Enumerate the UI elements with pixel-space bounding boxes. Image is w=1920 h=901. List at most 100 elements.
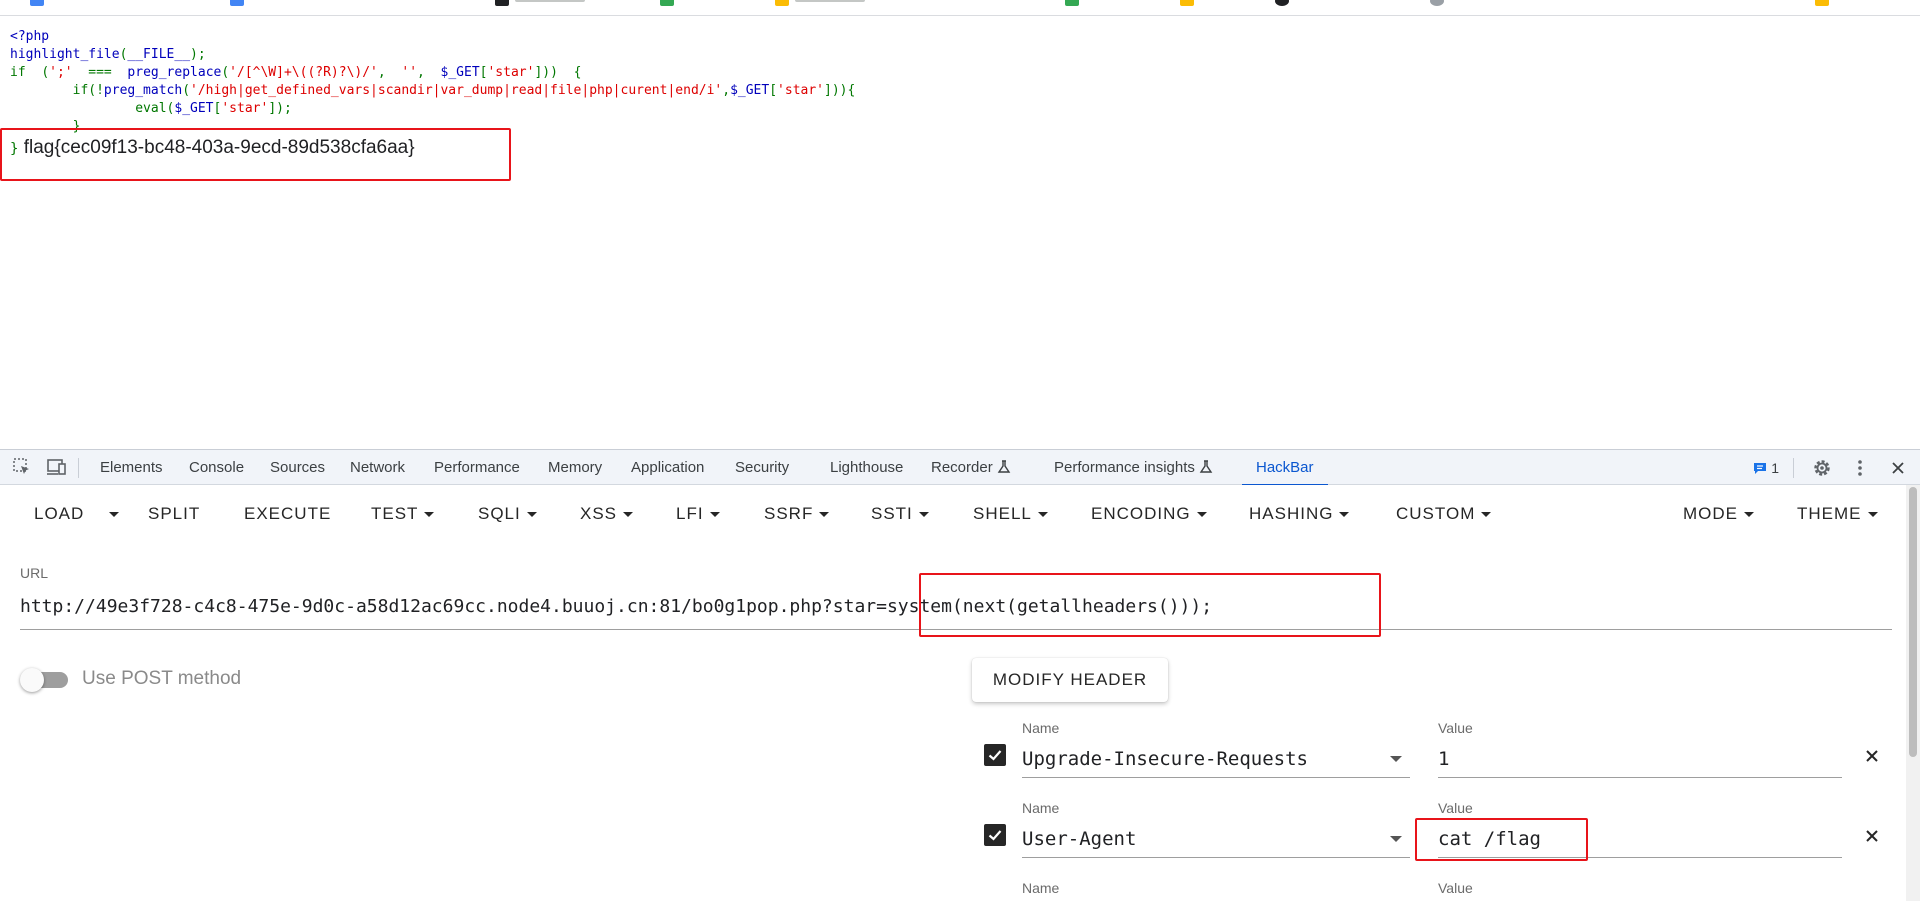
header-name-label: Name	[1022, 720, 1060, 736]
header-value-input[interactable]: 1	[1438, 742, 1842, 778]
issues-badge[interactable]: 1	[1753, 460, 1779, 476]
more-options-icon[interactable]	[1846, 454, 1874, 482]
header-name-text: Upgrade-Insecure-Requests	[1022, 748, 1308, 770]
ssti-menu-label: SSTI	[871, 504, 913, 523]
code-token: if(!	[10, 83, 104, 98]
code-token: (	[182, 83, 191, 98]
load-dropdown-button[interactable]	[104, 485, 124, 543]
xss-menu[interactable]: XSS	[580, 485, 634, 543]
dropdown-arrow-icon[interactable]	[1390, 836, 1402, 842]
ssrf-menu-label: SSRF	[764, 504, 814, 523]
tab-favicon-icon[interactable]	[1180, 0, 1194, 6]
header-name-text: User-Agent	[1022, 828, 1137, 850]
toolbar-divider	[78, 458, 79, 478]
header-name-input[interactable]: User-Agent	[1022, 822, 1410, 858]
tab-favicon-icon[interactable]	[230, 0, 244, 6]
test-menu[interactable]: TEST	[371, 485, 435, 543]
header-enabled-checkbox[interactable]	[984, 744, 1006, 766]
tab-hackbar[interactable]: HackBar	[1242, 450, 1327, 486]
tab-lighthouse[interactable]: Lighthouse	[830, 450, 903, 486]
header-row: Name Value Upgrade-Insecure-Requests 1	[984, 720, 1886, 800]
ssti-menu[interactable]: SSTI	[871, 485, 929, 543]
code-token: 'star'	[777, 83, 825, 98]
code-token: ,	[417, 65, 441, 80]
code-token: ,	[722, 83, 731, 98]
issues-count: 1	[1771, 460, 1779, 476]
tab-favicon-icon[interactable]	[30, 0, 44, 6]
post-method-toggle[interactable]	[20, 667, 68, 692]
header-enabled-checkbox[interactable]	[984, 824, 1006, 846]
close-devtools-icon[interactable]	[1884, 454, 1912, 482]
remove-header-icon[interactable]	[1860, 824, 1884, 848]
tab-application[interactable]: Application	[631, 450, 704, 486]
custom-menu-label: CUSTOM	[1396, 504, 1476, 523]
lfi-menu[interactable]: LFI	[676, 485, 720, 543]
code-token: $_GET	[174, 101, 214, 116]
settings-gear-icon[interactable]	[1808, 454, 1836, 482]
tab-favicon-icon[interactable]	[660, 0, 674, 6]
code-token: if	[10, 65, 42, 80]
tab-memory[interactable]: Memory	[548, 450, 602, 486]
caret-down-icon	[1037, 512, 1048, 518]
header-value-label: Value	[1438, 720, 1473, 736]
header-value-input[interactable]: cat /flag	[1438, 822, 1842, 858]
caret-down-icon	[1744, 512, 1754, 518]
modify-header-button[interactable]: MODIFY HEADER	[972, 658, 1168, 702]
tab-security[interactable]: Security	[735, 450, 789, 486]
shell-menu[interactable]: SHELL	[973, 485, 1048, 543]
dropdown-arrow-icon[interactable]	[1390, 756, 1402, 762]
tab-sources[interactable]: Sources	[270, 450, 325, 486]
remove-header-icon[interactable]	[1860, 744, 1884, 768]
tab-title[interactable]	[515, 0, 585, 2]
mode-menu-label: MODE	[1683, 504, 1738, 523]
device-toolbar-icon[interactable]	[42, 453, 70, 481]
hackbar-scrollbar[interactable]	[1906, 485, 1920, 901]
tab-elements[interactable]: Elements	[100, 450, 163, 486]
tab-performance[interactable]: Performance	[434, 450, 520, 486]
message-icon	[1754, 463, 1767, 474]
code-token: ])) {	[534, 65, 582, 80]
code-token: (	[41, 65, 50, 80]
tab-favicon-icon[interactable]	[1815, 0, 1829, 6]
code-token: $_GET	[730, 83, 770, 98]
tab-console[interactable]: Console	[189, 450, 244, 486]
encoding-menu[interactable]: ENCODING	[1091, 485, 1207, 543]
code-token: (	[221, 65, 230, 80]
lfi-menu-label: LFI	[676, 504, 704, 523]
code-token: 'star'	[487, 65, 535, 80]
header-name-label: Name	[1022, 800, 1060, 816]
url-label: URL	[20, 565, 49, 581]
caret-down-icon	[819, 512, 830, 518]
tab-favicon-icon[interactable]	[1275, 0, 1289, 6]
tab-recorder[interactable]: Recorder	[931, 450, 1011, 486]
code-token: ''	[401, 65, 418, 80]
tab-favicon-icon[interactable]	[1430, 0, 1444, 6]
tab-performance-insights[interactable]: Performance insights	[1054, 450, 1213, 486]
mode-menu[interactable]: MODE	[1683, 485, 1754, 543]
eval-output: } flag{cec09f13-bc48-403a-9ecd-89d538cfa…	[10, 136, 415, 161]
split-button[interactable]: SPLIT	[148, 485, 200, 543]
hashing-menu[interactable]: HASHING	[1249, 485, 1350, 543]
custom-menu[interactable]: CUSTOM	[1396, 485, 1492, 543]
execute-button[interactable]: EXECUTE	[244, 485, 331, 543]
code-line: if (';' === preg_replace('/[^\W]+\((?R)?…	[10, 64, 855, 82]
inspect-element-icon[interactable]	[8, 453, 36, 481]
tab-network[interactable]: Network	[350, 450, 405, 486]
check-icon	[988, 750, 1002, 761]
theme-menu[interactable]: THEME	[1797, 485, 1878, 543]
header-name-input[interactable]: Upgrade-Insecure-Requests	[1022, 742, 1410, 778]
tab-favicon-icon[interactable]	[775, 0, 789, 6]
theme-menu-label: THEME	[1797, 504, 1862, 523]
tab-favicon-icon[interactable]	[1065, 0, 1079, 6]
sqli-menu[interactable]: SQLI	[478, 485, 537, 543]
tab-favicon-icon[interactable]	[495, 0, 509, 6]
scrollbar-thumb[interactable]	[1909, 487, 1917, 757]
tab-recorder-label: Recorder	[931, 459, 993, 476]
tab-title[interactable]	[795, 0, 865, 2]
url-input[interactable]: http://49e3f728-c4c8-475e-9d0c-a58d12ac6…	[20, 590, 1892, 630]
load-button[interactable]: LOAD	[34, 485, 84, 543]
code-token: $_GET	[440, 65, 480, 80]
code-token: '/[^\W]+\((?R)?\)/'	[229, 65, 378, 80]
caret-down-icon	[1867, 512, 1878, 518]
ssrf-menu[interactable]: SSRF	[764, 485, 830, 543]
